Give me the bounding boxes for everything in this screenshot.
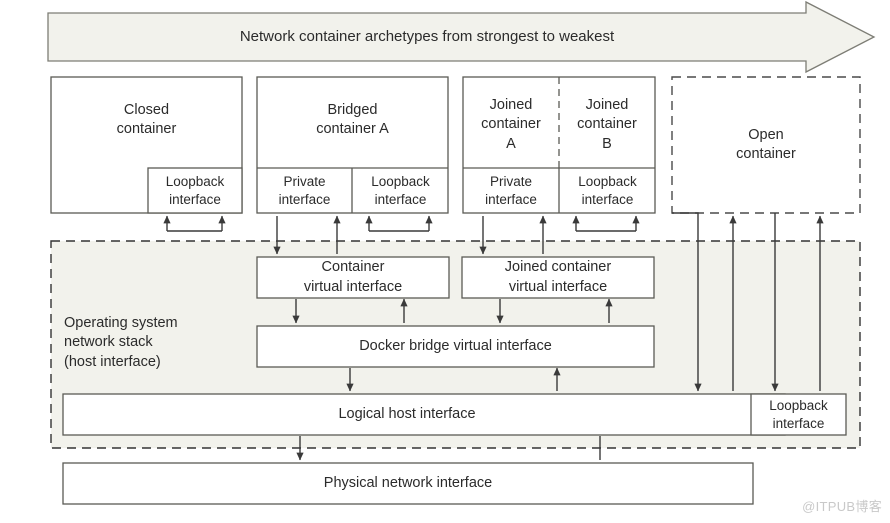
bridged-container-shape	[256, 76, 449, 214]
physical-network-interface-shape	[62, 462, 754, 505]
closed-container-shape	[50, 76, 243, 214]
watermark: @ITPUB博客	[802, 499, 882, 514]
container-virtual-interface-shape	[256, 256, 450, 299]
diagram-vector-layer	[47, 0, 876, 505]
joined-container-virtual-interface-shape	[461, 256, 655, 299]
docker-bridge-virtual-interface-shape	[256, 325, 655, 368]
host-loopback-interface-shape	[750, 393, 847, 436]
archetype-banner-shape	[47, 0, 876, 74]
diagram-canvas: Network container archetypes from strong…	[0, 0, 890, 523]
open-container-shape	[671, 76, 861, 214]
logical-host-interface-shape	[62, 393, 786, 436]
joined-containers-shape	[462, 76, 656, 214]
